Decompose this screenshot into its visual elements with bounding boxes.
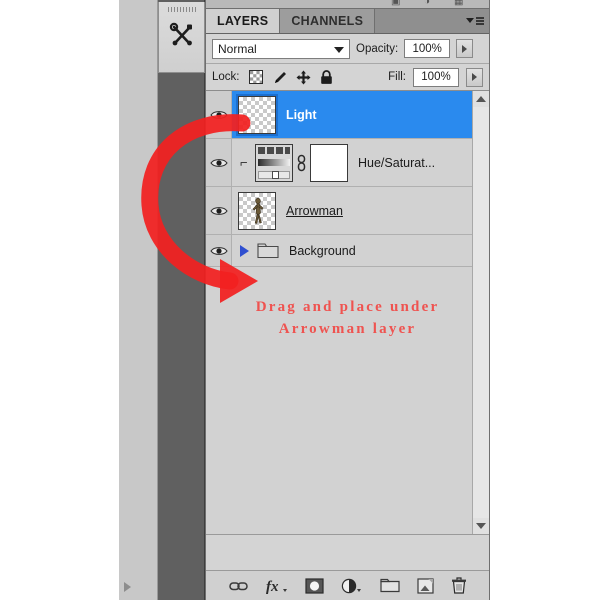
opacity-input[interactable]: 100% (404, 39, 451, 58)
lock-options (248, 69, 333, 85)
partial-new-layer-icon: ▣ (391, 0, 401, 7)
table-row[interactable]: Arrowman (206, 187, 489, 235)
annotation-text: Drag and place under Arrowman layer (206, 296, 489, 340)
fill-value: 100% (421, 71, 451, 83)
eye-icon (209, 246, 228, 255)
layer-mask-thumbnail[interactable] (310, 143, 348, 182)
eye-icon (209, 158, 228, 167)
group-expand-triangle-icon[interactable] (240, 244, 249, 257)
table-row[interactable]: Light (206, 91, 489, 139)
photoshop-layers-panel-screenshot: ▣ ◑ ▦ LAYERS CHANNELS Normal Opacity: 10… (0, 0, 600, 600)
panel-tab-bar: LAYERS CHANNELS (206, 9, 489, 34)
canvas-background-area (0, 0, 119, 600)
eye-icon (209, 206, 228, 215)
layer-thumbnail-arrowman[interactable] (238, 191, 276, 230)
adjustment-thumbnail-hue-saturation[interactable] (255, 143, 293, 182)
adjustment-thumbnail-wrap: ⌐ (238, 143, 348, 182)
layers-vertical-scrollbar[interactable] (472, 91, 489, 534)
mask-link-chain-icon[interactable] (296, 154, 307, 172)
scroll-down-arrow-icon[interactable] (473, 518, 489, 534)
delete-layer-button[interactable] (451, 577, 467, 594)
layer-name-hue-saturation[interactable]: Hue/Saturat... (358, 156, 435, 170)
lock-image-pixels-icon[interactable] (272, 70, 287, 85)
new-layer-button[interactable] (416, 577, 434, 594)
clipping-mask-arrow-icon: ⌐ (240, 155, 248, 170)
annotation-line-1: Drag and place under (255, 299, 440, 315)
blend-mode-row: Normal Opacity: 100% (206, 34, 489, 64)
layer-name-light[interactable]: Light (286, 108, 317, 122)
layers-bottom-toolbar: fx (206, 570, 489, 600)
layer-visibility-toggle-arrowman[interactable] (206, 187, 232, 234)
blend-mode-value: Normal (218, 41, 257, 56)
opacity-value: 100% (412, 42, 442, 55)
collapsed-dock-strip[interactable] (119, 0, 158, 600)
svg-text:fx: fx (266, 579, 279, 594)
tab-channels[interactable]: CHANNELS (280, 9, 376, 33)
tab-layers-label: LAYERS (217, 14, 269, 28)
layers-panel: LAYERS CHANNELS Normal Opacity: 100% Loc… (205, 8, 490, 600)
panel-menu-icon[interactable] (461, 9, 489, 33)
layer-visibility-toggle-light[interactable] (206, 91, 232, 138)
lock-label: Lock: (212, 71, 240, 83)
fill-label: Fill: (388, 71, 406, 83)
layer-style-button[interactable]: fx (266, 578, 288, 594)
new-group-button[interactable] (379, 578, 400, 593)
blend-mode-select[interactable]: Normal (212, 38, 350, 59)
scroll-up-arrow-icon[interactable] (473, 91, 489, 107)
layer-thumbnail-wrap (238, 191, 276, 230)
layer-thumbnail-light[interactable] (236, 93, 278, 136)
tab-channels-label: CHANNELS (291, 14, 364, 28)
add-layer-mask-button[interactable] (304, 577, 324, 594)
folder-icon (257, 242, 279, 259)
tools-flyout-button[interactable] (158, 2, 205, 73)
expand-right-triangle-icon[interactable] (124, 582, 131, 592)
cut-off-panel-strip-above: ▣ ◑ ▦ (205, 0, 490, 8)
opacity-label: Opacity: (356, 42, 399, 55)
tool-options-column (158, 0, 205, 600)
new-adjustment-layer-button[interactable] (341, 578, 363, 594)
layer-visibility-toggle-background[interactable] (206, 235, 232, 266)
lock-row: Lock: Fill: 100% (206, 64, 489, 91)
lock-transparent-pixels-icon[interactable] (248, 70, 263, 84)
lock-position-icon[interactable] (296, 70, 311, 85)
opacity-slider-arrow-icon[interactable] (456, 39, 474, 58)
tab-bar-filler (375, 9, 461, 33)
table-row[interactable]: ⌐ Hue/Saturat... (206, 139, 489, 187)
fill-input[interactable]: 100% (413, 67, 459, 87)
layer-visibility-toggle-hue-saturation[interactable] (206, 139, 232, 186)
partial-adjustment-icon: ◑ (424, 0, 431, 7)
tab-layers[interactable]: LAYERS (206, 9, 281, 33)
drag-grip-handle[interactable] (167, 7, 196, 12)
layer-list: Light ⌐ Hue/Saturat... Arrowman Backgrou… (206, 91, 489, 535)
layer-name-arrowman[interactable]: Arrowman (286, 204, 343, 218)
lock-all-icon[interactable] (320, 69, 333, 85)
layer-thumbnail-wrap (236, 93, 278, 136)
eye-icon (209, 110, 228, 119)
annotation-line-2: Arrowman layer (278, 321, 417, 337)
table-row[interactable]: Background (206, 235, 489, 267)
layer-name-background[interactable]: Background (289, 244, 356, 258)
fill-slider-arrow-icon[interactable] (466, 67, 483, 87)
partial-grip-icon: ▦ (454, 0, 464, 7)
chevron-down-icon[interactable] (334, 46, 344, 53)
tools-wrench-screwdriver-icon (167, 20, 197, 50)
link-layers-button[interactable] (228, 580, 249, 592)
